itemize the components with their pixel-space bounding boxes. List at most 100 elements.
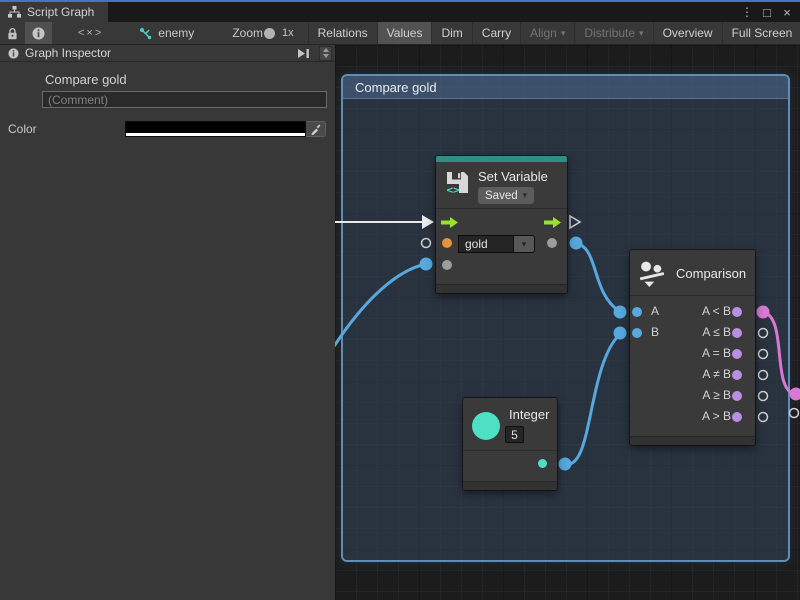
toolbar-buttons: Relations Values Dim Carry Align▾ Distri… <box>308 22 800 44</box>
tab-bar: Script Graph ⋮ □ × <box>0 0 800 22</box>
variable-kind-dropdown[interactable]: Saved ▾ <box>478 187 534 204</box>
node-comparison[interactable]: Comparison A A < B B A ≤ B A = B <box>630 250 755 445</box>
align-button[interactable]: Align▾ <box>520 22 574 44</box>
eyedropper-button[interactable] <box>306 121 326 137</box>
input-port-a[interactable] <box>632 307 642 317</box>
overview-button[interactable]: Overview <box>653 22 722 44</box>
group-title: Compare gold <box>355 80 437 95</box>
window-controls: ⋮ □ × <box>739 2 800 22</box>
output-label-less: A < B <box>702 304 731 318</box>
value-output-port[interactable] <box>547 238 557 248</box>
variable-name-port[interactable] <box>442 238 452 248</box>
color-label: Color <box>8 122 125 136</box>
color-swatch[interactable] <box>125 121 306 137</box>
output-port-greater-equal[interactable] <box>732 391 742 401</box>
output-port-greater[interactable] <box>732 412 742 422</box>
node-separator <box>436 208 567 209</box>
node-set-variable[interactable]: <> Set Variable Saved ▾ gold ▾ <box>436 156 567 293</box>
graph-asset-icon <box>139 27 153 40</box>
close-icon[interactable]: × <box>779 3 795 21</box>
flow-input-port[interactable] <box>441 217 459 228</box>
graph-toolbar: <×> enemy Zoom 1x Relations Values Dim C… <box>0 22 800 45</box>
integer-output-port[interactable] <box>538 459 547 468</box>
input-label-b: B <box>651 325 659 339</box>
node-title: Set Variable <box>478 169 548 184</box>
dock-icon <box>297 48 310 59</box>
wire-endpoint-pink[interactable] <box>790 388 800 401</box>
chevron-down-icon: ▾ <box>639 28 644 39</box>
chevron-down-icon: ▾ <box>561 28 566 39</box>
script-graph-icon <box>8 6 21 18</box>
output-port-less[interactable] <box>732 307 742 317</box>
input-label-a: A <box>651 304 659 318</box>
chevron-down-icon: ▾ <box>523 190 528 201</box>
node-accent-bar <box>436 156 567 162</box>
relations-button[interactable]: Relations <box>308 22 377 44</box>
color-row: Color <box>0 121 335 137</box>
fullscreen-button[interactable]: Full Screen <box>722 22 800 44</box>
graph-name: enemy <box>158 26 194 40</box>
comment-input[interactable] <box>42 91 327 108</box>
input-port-b[interactable] <box>632 328 642 338</box>
alpha-bar <box>126 133 305 136</box>
info-icon <box>32 27 45 40</box>
values-button[interactable]: Values <box>377 22 432 44</box>
output-port-less-equal[interactable] <box>732 328 742 338</box>
lock-icon <box>7 27 18 40</box>
tab-label: Script Graph <box>27 5 94 19</box>
graph-breadcrumb[interactable]: enemy <box>139 22 194 44</box>
flow-output-port[interactable] <box>544 217 562 228</box>
node-separator <box>630 295 755 296</box>
output-label-not-equal: A ≠ B <box>702 367 731 381</box>
inspector-toggle-button[interactable] <box>25 22 52 44</box>
maximize-icon[interactable]: □ <box>759 3 775 21</box>
script-graph-window: Script Graph ⋮ □ × <×> <box>0 0 800 600</box>
node-title: Comparison <box>676 266 746 281</box>
output-port-equal[interactable] <box>732 349 742 359</box>
zoom-label: Zoom <box>232 22 263 44</box>
graph-inspector-title: Graph Inspector <box>25 46 288 60</box>
code-preview-button[interactable]: <×> <box>70 22 111 44</box>
zoom-slider-handle[interactable] <box>264 28 275 39</box>
output-port-not-equal[interactable] <box>732 370 742 380</box>
node-separator <box>463 450 557 451</box>
output-label-greater-equal: A ≥ B <box>702 388 731 402</box>
svg-text:<>: <> <box>447 184 461 197</box>
color-field[interactable] <box>125 121 326 137</box>
group-header[interactable]: Compare gold <box>343 76 788 99</box>
window-menu-icon[interactable]: ⋮ <box>739 3 755 21</box>
output-label-equal: A = B <box>702 346 731 360</box>
output-label-less-equal: A ≤ B <box>702 325 731 339</box>
graph-canvas[interactable]: Compare gold <box>335 45 800 600</box>
arrow-down-icon <box>323 54 329 58</box>
arrow-up-icon <box>323 48 329 52</box>
integer-value-input[interactable]: 5 <box>505 426 524 443</box>
carry-button[interactable]: Carry <box>472 22 520 44</box>
set-variable-icon: <> <box>444 169 471 196</box>
code-icon: <×> <box>78 27 103 39</box>
graph-inspector-panel: Graph Inspector Compare gold Color <box>0 45 335 600</box>
dock-pane-button[interactable] <box>294 48 313 59</box>
output-label-greater: A > B <box>702 409 731 423</box>
node-integer[interactable]: Integer 5 <box>463 398 557 490</box>
node-footer <box>630 436 755 445</box>
chevron-down-icon[interactable]: ▾ <box>514 235 535 253</box>
node-footer <box>436 284 567 293</box>
node-footer <box>463 481 557 490</box>
node-title: Integer <box>509 407 549 422</box>
variable-select[interactable]: gold ▾ <box>458 235 535 253</box>
tab-script-graph[interactable]: Script Graph <box>0 2 108 22</box>
empty-port-indicator <box>790 409 799 418</box>
graph-inspector-header: Graph Inspector <box>0 45 335 62</box>
distribute-button[interactable]: Distribute▾ <box>574 22 652 44</box>
dim-button[interactable]: Dim <box>431 22 471 44</box>
comparison-icon <box>638 259 666 287</box>
eyedropper-icon <box>310 124 321 135</box>
zoom-value: 1x <box>282 22 294 44</box>
lock-button[interactable] <box>0 22 25 44</box>
value-input-port[interactable] <box>442 260 452 270</box>
variable-value: gold <box>458 235 514 253</box>
info-icon <box>8 48 19 59</box>
integer-icon <box>472 412 500 440</box>
pane-stepper[interactable] <box>319 46 332 61</box>
